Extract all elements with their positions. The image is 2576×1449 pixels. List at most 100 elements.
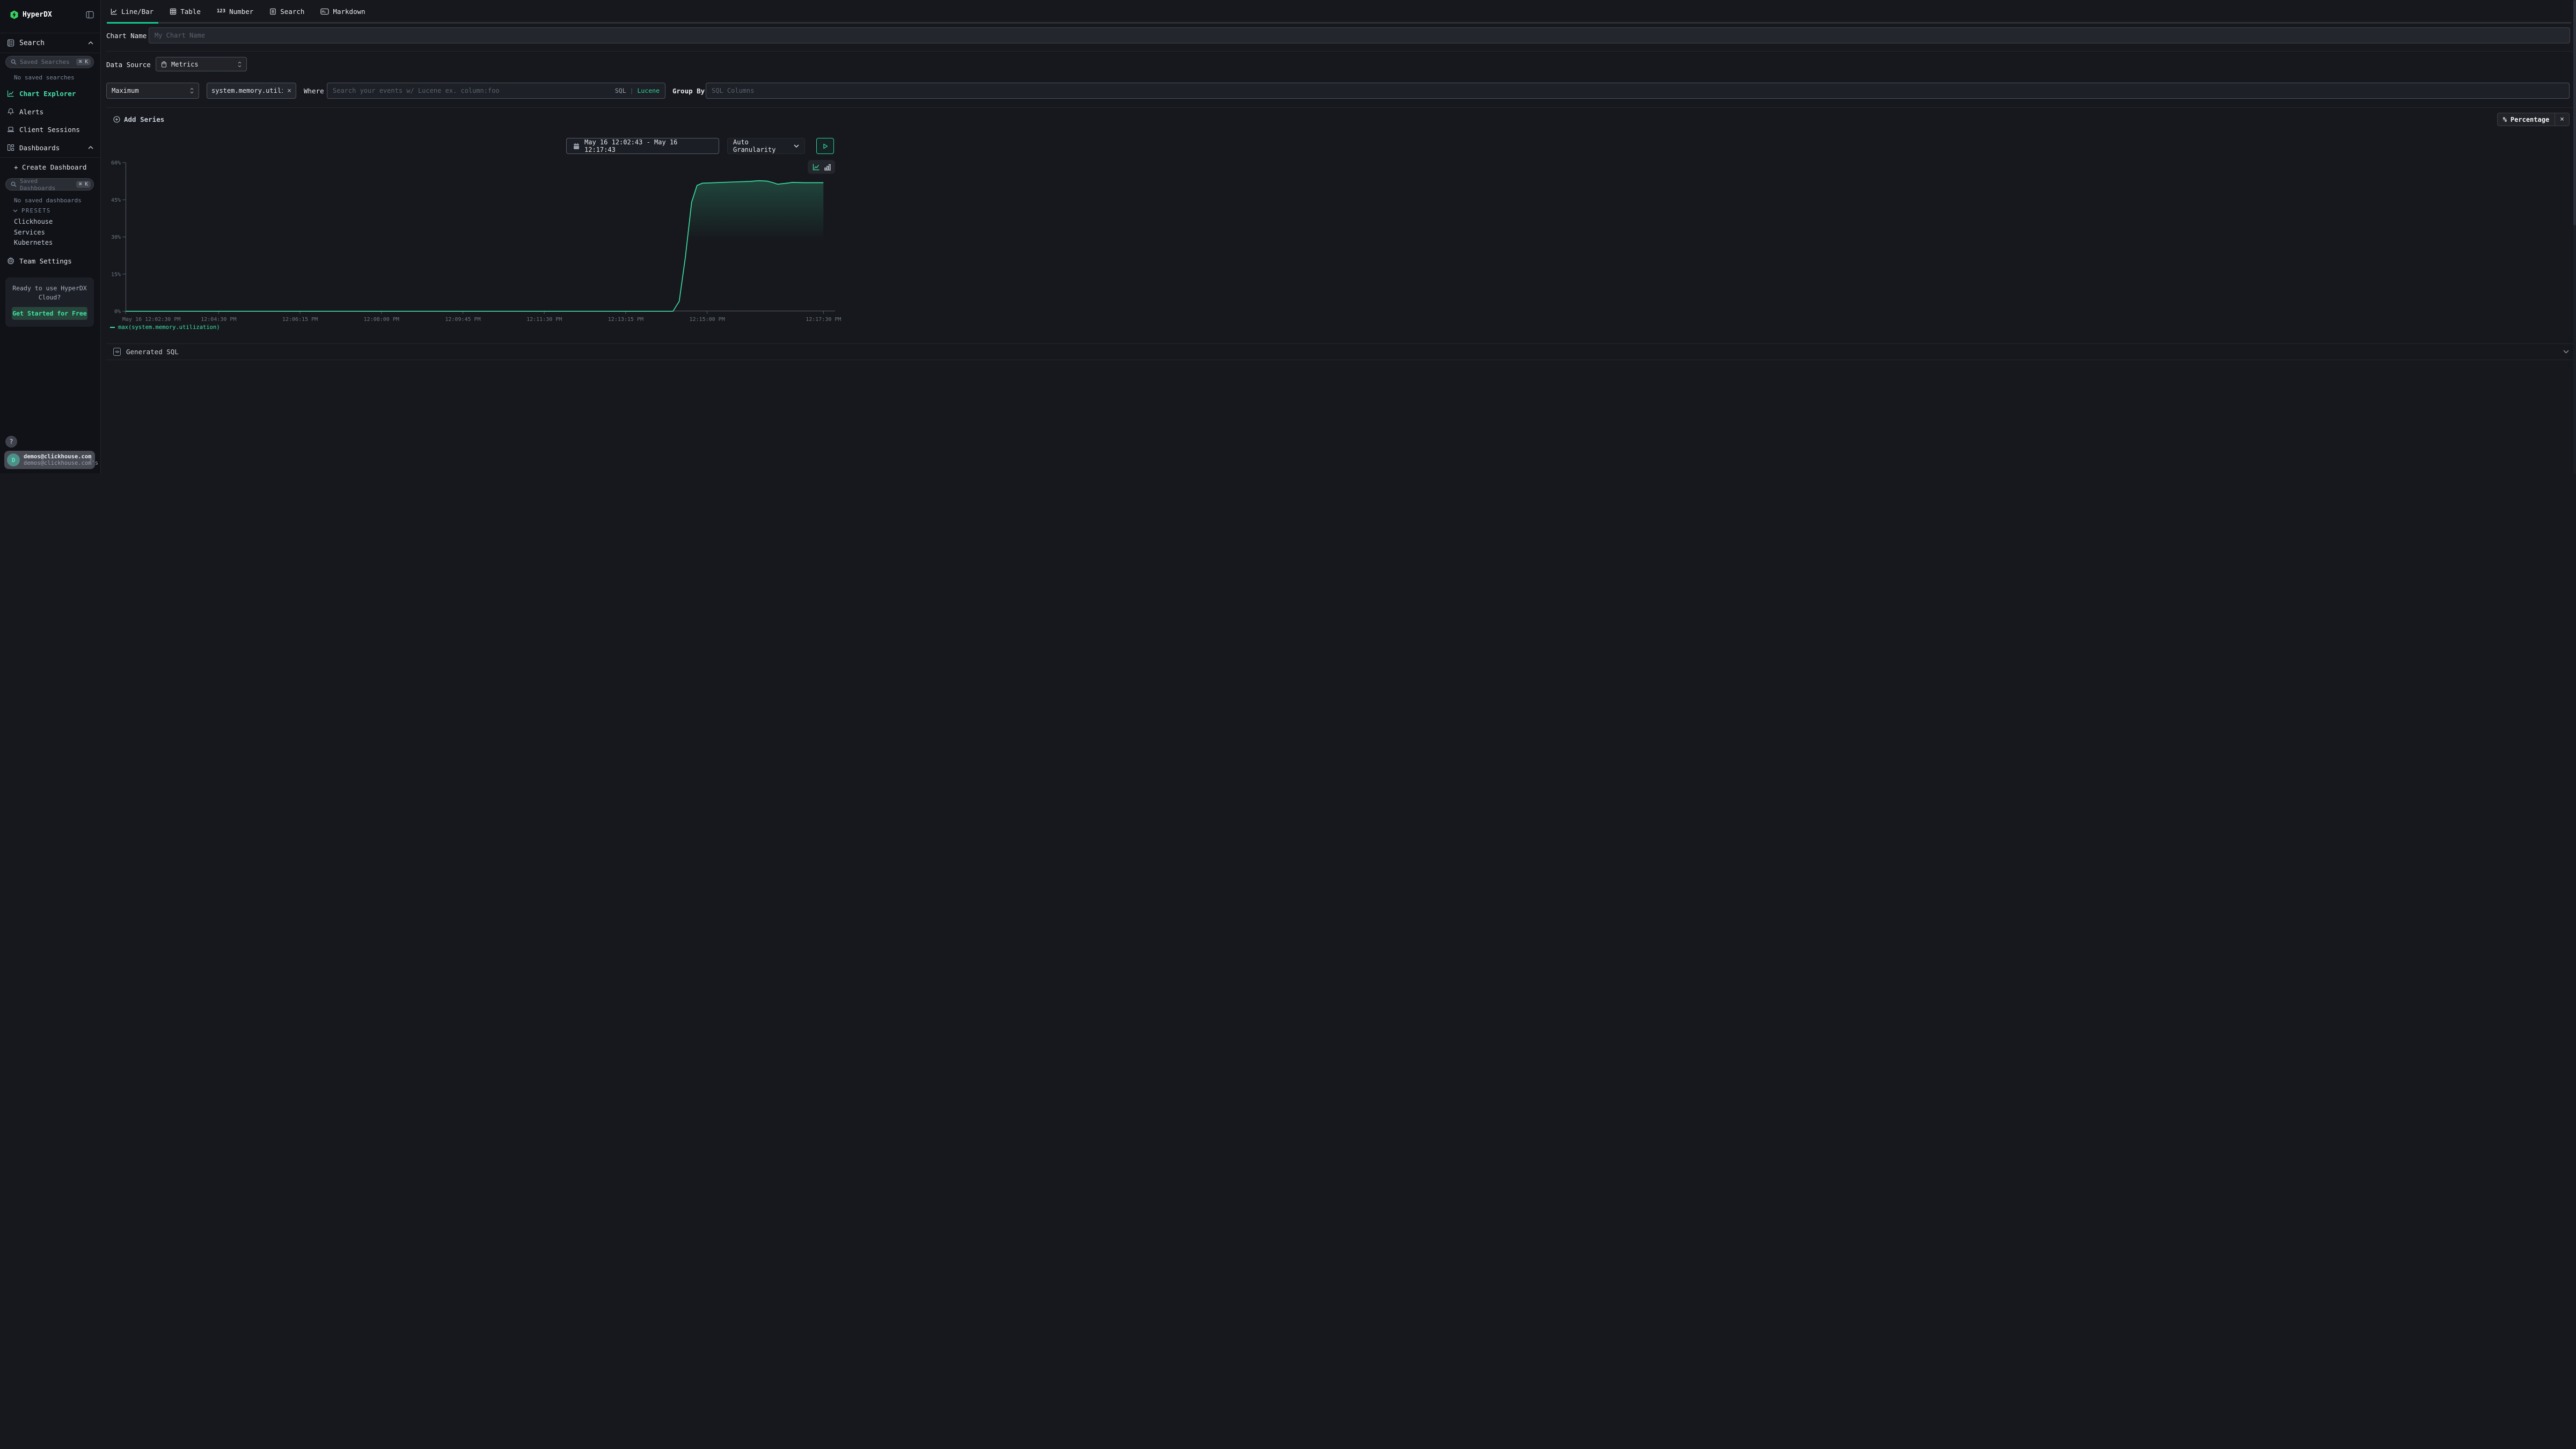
no-saved-searches: No saved searches (14, 74, 75, 81)
group-by-input[interactable]: SQL Columns (706, 83, 2570, 99)
sidebar-search-label: Search (19, 39, 83, 47)
svg-text:12:15:00 PM: 12:15:00 PM (689, 317, 724, 323)
get-started-button[interactable]: Get Started for Free (12, 307, 87, 320)
query-language-toggle: SQL | Lucene (615, 87, 660, 94)
scrollbar-thumb[interactable] (2573, 0, 2576, 225)
data-source-select[interactable]: Metrics (156, 57, 247, 71)
remove-percentage-icon[interactable]: × (2555, 113, 2569, 126)
svg-text:May 16 12:02:30 PM: May 16 12:02:30 PM (122, 317, 180, 323)
divider (106, 51, 2576, 52)
svg-text:15%: 15% (111, 272, 121, 277)
line-chart-icon (7, 90, 14, 97)
sidebar-item-alerts[interactable]: Alerts (0, 106, 100, 117)
lucene-mode-option[interactable]: Lucene (637, 87, 660, 94)
group-by-label: Group By (672, 87, 705, 95)
client-sessions-label: Client Sessions (19, 126, 80, 134)
database-icon (161, 61, 167, 68)
sidebar-item-team-settings[interactable]: Team Settings (0, 255, 100, 266)
preset-services[interactable]: Services (14, 229, 45, 236)
table-icon (170, 8, 177, 15)
chevron-up-icon (88, 41, 93, 45)
chart-legend: max(system.memory.utilization) (110, 324, 220, 331)
chart-type-tabbar: Line/Bar Table 123 Number Search M↓ Mark… (101, 0, 2576, 24)
aggregation-select[interactable]: Maximum (106, 83, 199, 99)
chevron-up-icon (88, 146, 93, 149)
calendar-icon (573, 143, 580, 150)
team-settings-label: Team Settings (19, 257, 72, 265)
chevron-down-icon (2563, 350, 2569, 354)
percentage-label: Percentage (2511, 116, 2549, 123)
tab-label: Number (229, 8, 253, 16)
tab-line-bar[interactable]: Line/Bar (111, 8, 153, 16)
user-email: demos@clickhouse.com (24, 453, 85, 460)
chart-canvas[interactable]: 60%45%30%15%0%May 16 12:02:30 PM12:04:30… (126, 163, 835, 324)
chart-name-input[interactable]: My Chart Name (149, 27, 2570, 43)
svg-text:30%: 30% (111, 235, 121, 240)
tab-search[interactable]: Search (269, 8, 304, 16)
tab-label: Search (280, 8, 304, 16)
group-by-placeholder: SQL Columns (712, 87, 2564, 94)
sidebar: HyperDX Search Saved Searches ⌘ K No sav… (0, 0, 101, 473)
svg-text:45%: 45% (111, 197, 121, 203)
saved-searches-placeholder: Saved Searches (20, 58, 73, 65)
tabbar-active-underline (107, 22, 158, 24)
chart-explorer-label: Chart Explorer (19, 90, 76, 98)
date-range-value: May 16 12:02:43 - May 16 12:17:43 (584, 138, 712, 153)
tab-number[interactable]: 123 Number (217, 8, 253, 16)
play-icon (823, 143, 828, 149)
tab-label: Line/Bar (121, 8, 153, 16)
user-menu[interactable]: D demos@clickhouse.com demos@clickhouse.… (4, 451, 95, 469)
user-subtext: demos@clickhouse.com's (24, 460, 85, 466)
saved-dashboards-input[interactable]: Saved Dashboards ⌘ K (5, 178, 94, 191)
sidebar-item-client-sessions[interactable]: Client Sessions (0, 124, 100, 135)
create-dashboard-link[interactable]: + Create Dashboard (14, 163, 86, 171)
sql-mode-option[interactable]: SQL (615, 87, 626, 94)
sidebar-item-chart-explorer[interactable]: Chart Explorer (0, 88, 100, 99)
scrollbar-track[interactable] (2573, 0, 2576, 473)
selector-icon (238, 61, 241, 68)
metric-tag[interactable]: system.memory.utiliza × (207, 83, 296, 99)
add-series-button[interactable]: Add Series (113, 113, 164, 126)
generated-sql-label: Generated SQL (126, 348, 2558, 356)
svg-text:12:11:30 PM: 12:11:30 PM (526, 317, 562, 323)
chart-name-placeholder: My Chart Name (155, 32, 205, 39)
selector-icon (190, 87, 194, 94)
metric-tag-label: system.memory.utiliza (211, 87, 283, 94)
run-query-button[interactable] (816, 138, 834, 154)
alerts-label: Alerts (19, 108, 43, 116)
dashboards-label: Dashboards (19, 144, 60, 152)
percentage-button[interactable]: % Percentage (2498, 113, 2555, 126)
search-icon (11, 181, 17, 187)
app-title: HyperDX (23, 11, 82, 19)
saved-searches-input[interactable]: Saved Searches ⌘ K (5, 56, 94, 68)
remove-metric-icon[interactable]: × (287, 87, 291, 95)
shortcut-badge: ⌘ K (76, 58, 91, 66)
search-icon (11, 59, 17, 65)
tab-markdown[interactable]: M↓ Markdown (320, 8, 365, 16)
svg-text:12:04:30 PM: 12:04:30 PM (201, 317, 236, 323)
granularity-select[interactable]: Auto Granularity (727, 138, 805, 154)
percentage-toggle: % Percentage × (2497, 113, 2570, 126)
where-input[interactable]: Search your events w/ Lucene ex. column:… (327, 83, 665, 99)
svg-text:12:09:45 PM: 12:09:45 PM (445, 317, 480, 323)
date-range-picker[interactable]: May 16 12:02:43 - May 16 12:17:43 (566, 138, 719, 154)
divider (0, 157, 100, 158)
tab-table[interactable]: Table (170, 8, 201, 16)
plus-circle-icon (113, 116, 120, 123)
presets-label: PRESETS (21, 208, 51, 214)
chevron-down-icon (794, 144, 799, 148)
preset-clickhouse[interactable]: Clickhouse (14, 218, 53, 225)
percent-icon: % (2503, 116, 2507, 123)
logs-icon (7, 39, 14, 47)
generated-sql-toggle[interactable]: <> Generated SQL (106, 343, 2576, 360)
presets-toggle[interactable]: PRESETS (13, 208, 51, 214)
svg-text:12:17:30 PM: 12:17:30 PM (806, 317, 841, 323)
dashboard-grid-icon (7, 144, 14, 151)
sidebar-collapse-icon[interactable] (86, 11, 94, 19)
sidebar-item-dashboards[interactable]: Dashboards (0, 142, 100, 153)
preset-kubernetes[interactable]: Kubernetes (14, 239, 53, 246)
laptop-icon (7, 126, 14, 133)
help-button[interactable]: ? (5, 436, 17, 448)
gear-icon (7, 257, 14, 265)
sidebar-section-search[interactable]: Search (0, 33, 100, 53)
